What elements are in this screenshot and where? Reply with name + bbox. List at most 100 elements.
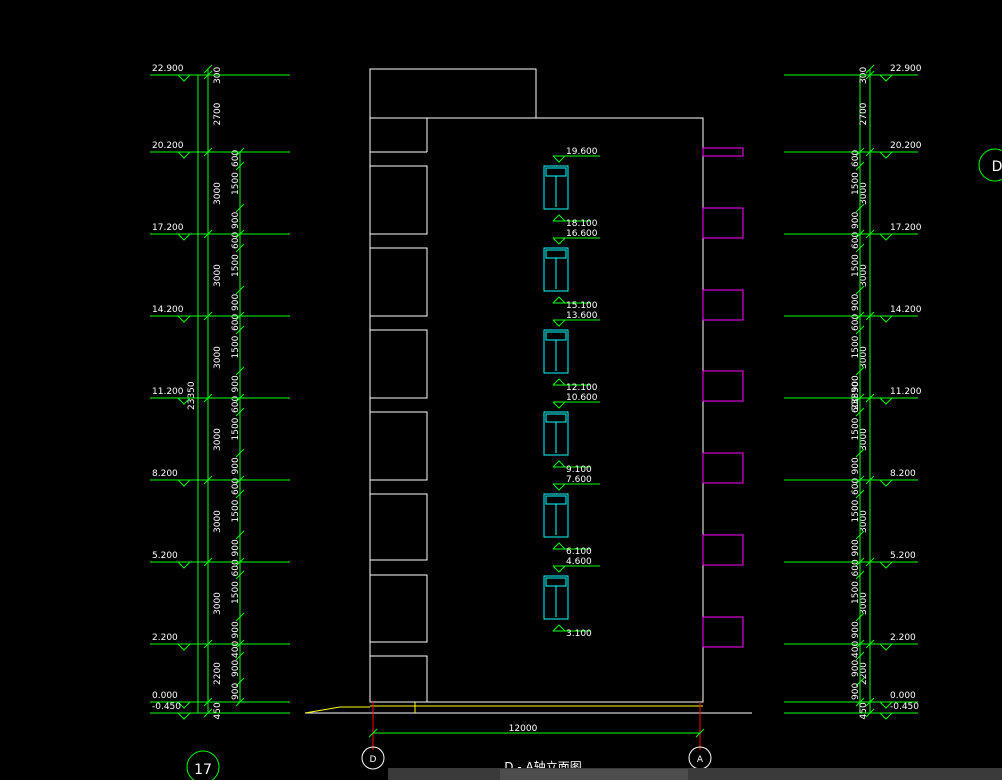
balconies xyxy=(702,147,744,648)
elevation-label: 22.900 xyxy=(152,64,184,74)
window-top-elevation: 13.600 xyxy=(566,311,598,321)
grid-label-right: D xyxy=(992,159,1002,175)
window: 16.600 15.100 xyxy=(543,229,600,311)
dimension-text: 1500 xyxy=(231,254,241,277)
dimension-text: 900 xyxy=(231,539,241,556)
dimension-text: 1500 xyxy=(851,581,861,604)
dimension-text: 3000 xyxy=(213,264,223,287)
building-outline xyxy=(369,68,704,703)
grid-bubble-right[interactable]: D xyxy=(978,148,1002,182)
elevation-label: 5.200 xyxy=(890,551,916,561)
dimension-text: 900 xyxy=(851,683,861,700)
status-bar xyxy=(388,768,1002,780)
dimension-text: 2200 xyxy=(213,662,223,685)
window-top-elevation: 4.600 xyxy=(566,557,592,567)
dimension-text: 450 xyxy=(213,702,223,719)
ground-line xyxy=(304,702,752,714)
window-bottom-elevation: 6.100 xyxy=(566,547,592,557)
elevation-label: 0.000 xyxy=(152,691,178,701)
elevation-label: 0.000 xyxy=(890,691,916,701)
total-width-text: 12000 xyxy=(509,724,538,734)
window-bottom-elevation: 18.100 xyxy=(566,219,598,229)
dimension-text: 900 xyxy=(231,212,241,229)
window: 7.600 6.100 xyxy=(543,475,600,557)
elevation-label: 8.200 xyxy=(152,469,178,479)
elevation-label: 2.200 xyxy=(890,633,916,643)
dimension-text: 3000 xyxy=(213,592,223,615)
elevation-label: 8.200 xyxy=(890,469,916,479)
dimension-chain-right: 3002700300030003000300030003000220045060… xyxy=(851,64,875,720)
dimension-text: 1500 xyxy=(231,172,241,195)
dimension-text: 900 xyxy=(851,660,861,677)
window: 4.600 3.100 xyxy=(543,557,600,639)
window-bottom-elevation: 9.100 xyxy=(566,465,592,475)
windows: 19.600 18.10016.600 15.10013.600 12.10010.6… xyxy=(543,147,600,639)
dimension-text: 2700 xyxy=(213,102,223,125)
dimension-text: 900 xyxy=(851,212,861,229)
dimension-text: 900 xyxy=(851,294,861,311)
dimension-text: 3000 xyxy=(213,510,223,533)
window-top-elevation: 19.600 xyxy=(566,147,598,157)
window: 19.600 18.100 xyxy=(543,147,600,229)
elevation-label: -0.450 xyxy=(890,702,919,712)
dimension-text: 450 xyxy=(859,702,869,719)
window: 10.600 9.100 xyxy=(543,393,600,475)
elevation-label: 17.200 xyxy=(890,223,922,233)
grid-label-left: 17 xyxy=(194,762,212,778)
dimension-text: 900 xyxy=(231,375,241,392)
status-segment[interactable] xyxy=(500,769,688,780)
elevation-label: 11.200 xyxy=(890,387,922,397)
dimension-text: 1500 xyxy=(851,172,861,195)
elevation-label: 14.200 xyxy=(890,305,922,315)
cad-drawing-canvas[interactable]: 19.600 18.10016.600 15.10013.600 12.10010.6… xyxy=(0,0,1002,780)
dimension-text: 900 xyxy=(231,294,241,311)
elevation-label: 17.200 xyxy=(152,223,184,233)
elevation-label: 14.200 xyxy=(152,305,184,315)
elevation-label: 22.900 xyxy=(890,64,922,74)
dimension-text: 1500 xyxy=(851,254,861,277)
total-height-text: 23350 xyxy=(187,381,197,410)
left-openings xyxy=(369,165,428,702)
dimension-text: 1500 xyxy=(231,499,241,522)
elevation-label: 5.200 xyxy=(152,551,178,561)
dimension-text: 1500 xyxy=(231,335,241,358)
elevation-label: 11.200 xyxy=(152,387,184,397)
elevation-label: 20.200 xyxy=(152,141,184,151)
elevation-label: 2.200 xyxy=(152,633,178,643)
dimension-text: 900 xyxy=(231,457,241,474)
dimension-text: 400 xyxy=(231,641,241,658)
window: 13.600 12.100 xyxy=(543,311,600,393)
elevation-label: -0.450 xyxy=(152,702,181,712)
dimension-text: 900 xyxy=(231,660,241,677)
window-top-elevation: 10.600 xyxy=(566,393,598,403)
elevation-markers-left: 22.900 20.200 17.200 14.200 11.200 8.200 5.200… xyxy=(150,64,290,720)
elevation-label: 20.200 xyxy=(890,141,922,151)
window-bottom-elevation: 12.100 xyxy=(566,383,598,393)
dimension-text: 900 xyxy=(851,621,861,638)
axis-bubble-a[interactable]: A xyxy=(688,746,712,770)
dimension-text: 400 xyxy=(851,641,861,658)
dimension-text: 1500 xyxy=(231,417,241,440)
dimension-text: 900 xyxy=(851,539,861,556)
dimension-text: 900 xyxy=(851,457,861,474)
axis-bubble-d[interactable]: D xyxy=(361,746,385,770)
dimension-text: 1500 xyxy=(851,335,861,358)
dimension-text: 900 xyxy=(231,621,241,638)
dimension-text: 3000 xyxy=(213,428,223,451)
grid-bubble-left[interactable]: 17 xyxy=(186,750,220,780)
dimension-text: 1500 xyxy=(231,581,241,604)
dimension-text: 3000 xyxy=(213,346,223,369)
dimension-text: 2700 xyxy=(859,102,869,125)
window-top-elevation: 16.600 xyxy=(566,229,598,239)
window-top-elevation: 7.600 xyxy=(566,475,592,485)
axis-label-d: D xyxy=(370,755,377,765)
total-height-text: 23350 xyxy=(851,381,861,410)
dimension-text: 900 xyxy=(231,683,241,700)
dimension-text: 1500 xyxy=(851,499,861,522)
dimension-text: 1500 xyxy=(851,417,861,440)
window-bottom-elevation: 3.100 xyxy=(566,629,592,639)
dimension-text: 3000 xyxy=(213,182,223,205)
window-bottom-elevation: 15.100 xyxy=(566,301,598,311)
axis-label-a: A xyxy=(697,755,704,765)
dimension-chain-left: 3002700300030003000300030003000220045060… xyxy=(187,64,245,720)
